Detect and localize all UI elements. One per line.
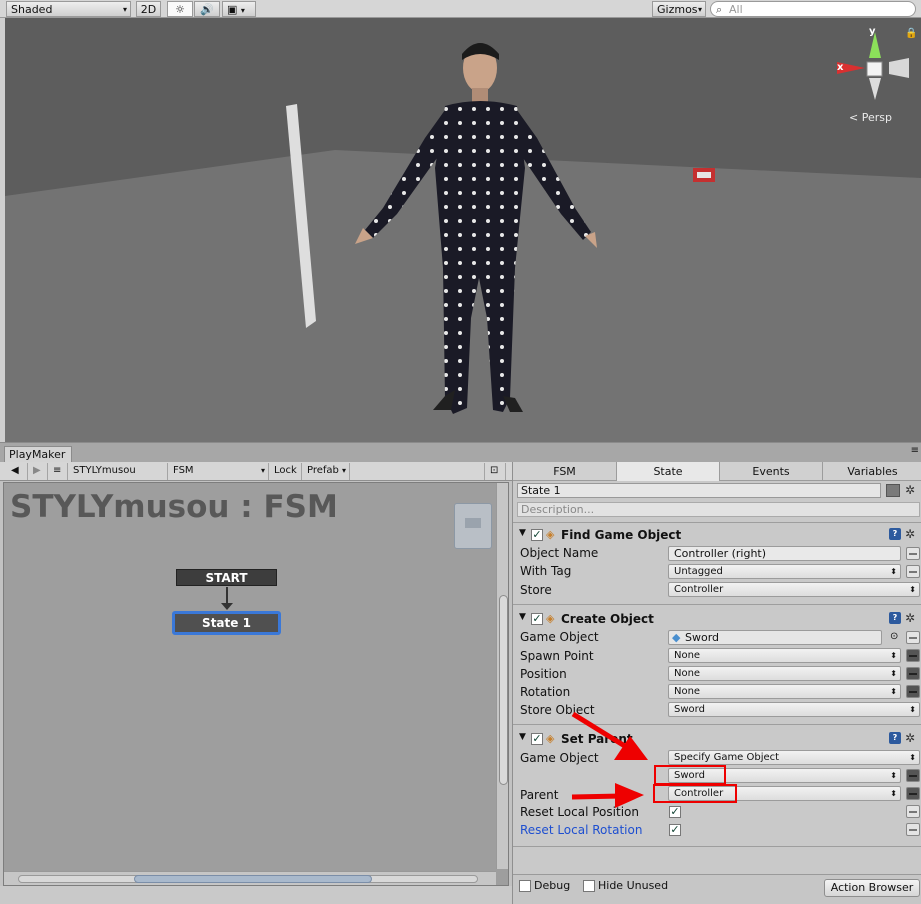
annotation-box-sword	[654, 765, 726, 785]
annotation-arrow-icon	[571, 711, 648, 760]
annotation-arrow-icon	[571, 783, 644, 808]
annotation-overlay	[571, 711, 648, 808]
annotation-box-controller	[653, 784, 737, 803]
